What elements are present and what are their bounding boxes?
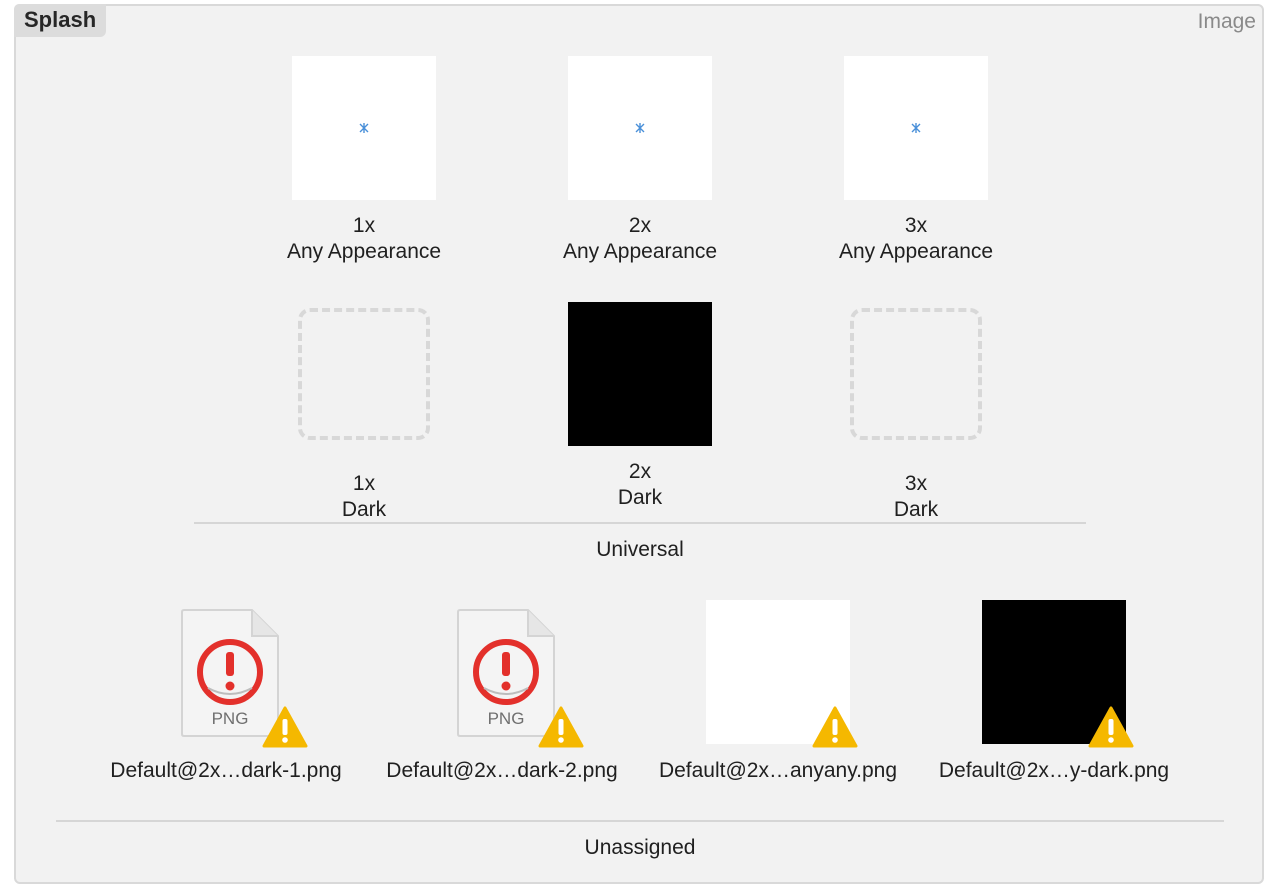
empty-image-well[interactable] <box>850 308 982 440</box>
image-well[interactable] <box>568 56 712 200</box>
slot-3x-dark[interactable]: 3x Dark <box>786 302 1046 523</box>
file-name-label: Default@2x…y-dark.png <box>938 759 1170 782</box>
slot-scale-label: 3x <box>904 472 928 495</box>
sparkle-icon <box>911 123 921 133</box>
unassigned-file[interactable]: Default@2x…anyany.png <box>640 600 916 784</box>
slot-appearance-label: Dark <box>341 498 387 521</box>
file-name-label: Default@2x…dark-1.png <box>110 759 342 782</box>
slot-appearance-label: Any Appearance <box>838 240 994 263</box>
warning-icon <box>262 706 308 748</box>
slot-3x-any[interactable]: 3x Any Appearance <box>786 56 1046 265</box>
image-well[interactable] <box>568 302 712 446</box>
image-well[interactable] <box>844 56 988 200</box>
universal-group-label: Universal <box>596 538 684 561</box>
svg-text:PNG: PNG <box>212 709 249 728</box>
empty-image-well[interactable] <box>298 308 430 440</box>
warning-icon <box>1088 706 1134 748</box>
slot-appearance-label: Dark <box>893 498 939 521</box>
unassigned-file[interactable]: Default@2x…y-dark.png <box>916 600 1192 784</box>
file-thumbnail[interactable] <box>706 600 858 748</box>
slot-appearance-label: Dark <box>617 486 663 509</box>
slot-2x-dark[interactable]: 2x Dark <box>510 302 770 511</box>
slot-2x-any[interactable]: 2x Any Appearance <box>510 56 770 265</box>
slot-1x-any[interactable]: 1x Any Appearance <box>234 56 494 265</box>
file-thumbnail[interactable]: PNG <box>430 600 584 748</box>
warning-icon <box>538 706 584 748</box>
file-name-label: Default@2x…dark-2.png <box>386 759 618 782</box>
universal-divider <box>194 522 1086 524</box>
slot-scale-label: 2x <box>628 460 652 483</box>
svg-text:PNG: PNG <box>488 709 525 728</box>
file-thumbnail[interactable] <box>982 600 1134 748</box>
slot-1x-dark[interactable]: 1x Dark <box>234 302 494 523</box>
unassigned-divider <box>56 820 1224 822</box>
file-name-label: Default@2x…anyany.png <box>658 759 898 782</box>
slot-appearance-label: Any Appearance <box>562 240 718 263</box>
file-thumbnail[interactable]: PNG <box>154 600 308 748</box>
warning-icon <box>812 706 858 748</box>
asset-name-label[interactable]: Splash <box>14 4 107 37</box>
slot-scale-label: 2x <box>628 214 652 237</box>
sparkle-icon <box>635 123 645 133</box>
asset-type-label: Image <box>1197 10 1256 33</box>
unassigned-file[interactable]: PNG Default@2x…dark-2.png <box>364 600 640 784</box>
unassigned-file[interactable]: PNG Default@2x…dark-1.png <box>88 600 364 784</box>
slot-scale-label: 1x <box>352 472 376 495</box>
image-well[interactable] <box>292 56 436 200</box>
slot-scale-label: 1x <box>352 214 376 237</box>
slot-scale-label: 3x <box>904 214 928 237</box>
unassigned-group-label: Unassigned <box>584 836 696 859</box>
slot-appearance-label: Any Appearance <box>286 240 442 263</box>
sparkle-icon <box>359 123 369 133</box>
